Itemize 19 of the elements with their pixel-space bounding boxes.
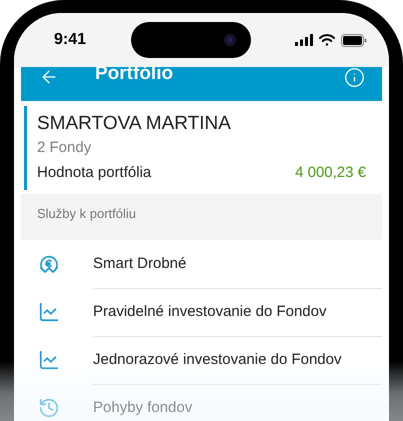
history-icon <box>38 397 60 419</box>
portfolio-value-label: Hodnota portfólia <box>37 163 152 183</box>
portfolio-value: 4 000,23 € <box>295 163 366 183</box>
wifi-icon <box>319 34 335 46</box>
camera-icon <box>223 33 237 47</box>
line-chart-icon <box>38 301 60 323</box>
info-button[interactable] <box>344 67 365 88</box>
service-item[interactable]: Jednorazové investovanie do Fondov <box>93 351 342 368</box>
section-title: Služby k portfóliu <box>37 206 136 220</box>
service-item[interactable]: Pravidelné investovanie do Fondov <box>93 303 326 320</box>
battery-icon <box>341 34 367 46</box>
euro-cycle-icon <box>38 253 60 275</box>
fund-count: 2 Fondy <box>37 138 92 158</box>
page-title: Portfólio <box>95 65 174 83</box>
signal-icon <box>295 34 313 46</box>
owner-name: SMARTOVA MARTINA <box>37 112 232 136</box>
line-chart-icon <box>38 349 60 371</box>
status-time: 9:41 <box>54 31 88 49</box>
service-item[interactable]: Smart Drobné <box>93 255 186 272</box>
